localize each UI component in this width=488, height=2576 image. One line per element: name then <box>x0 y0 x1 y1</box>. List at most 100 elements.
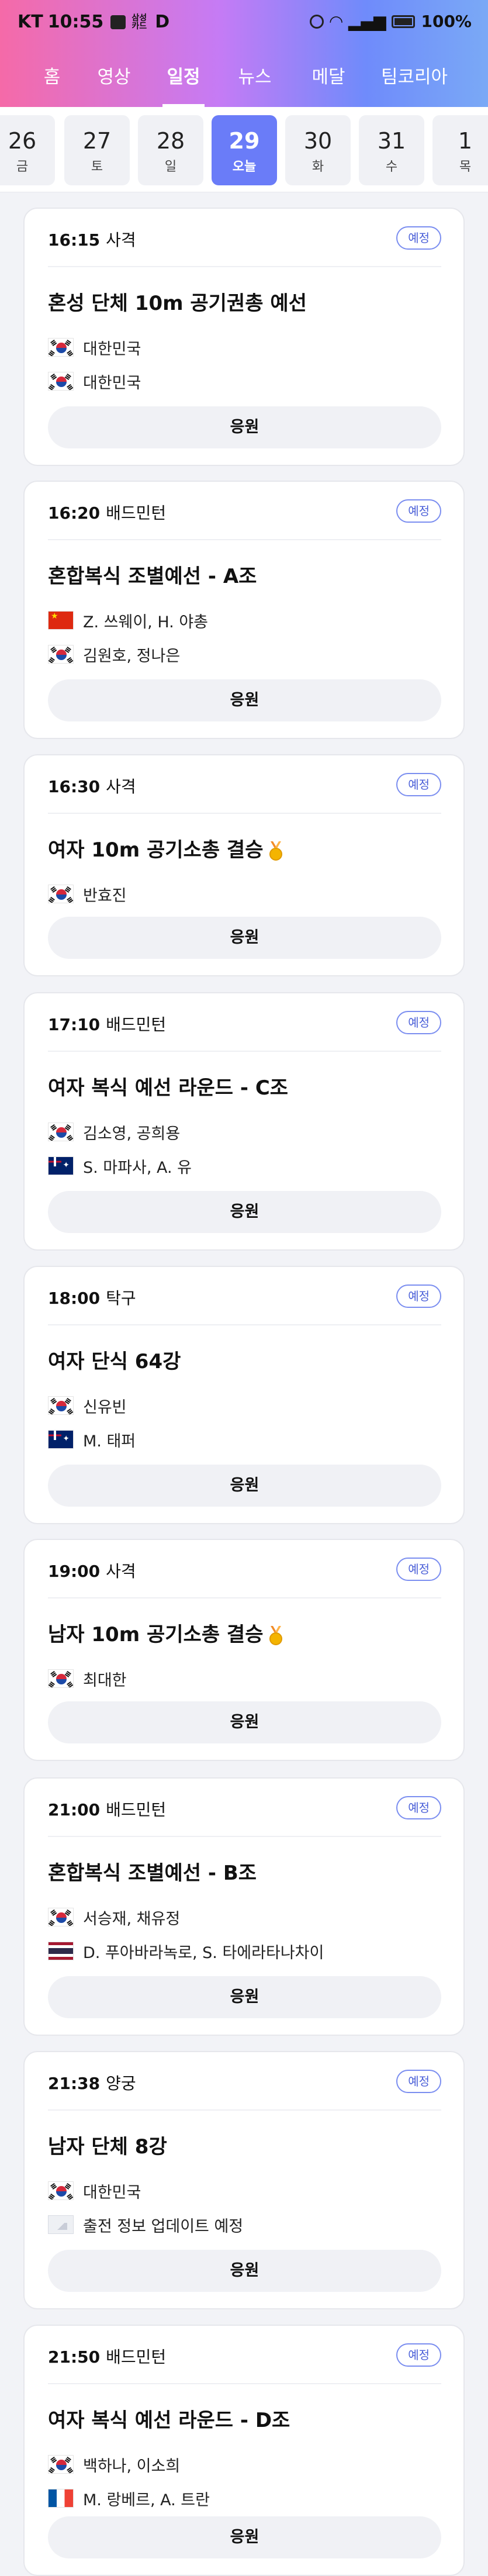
date-item[interactable]: 27 토 <box>64 115 130 185</box>
date-number: 27 <box>82 128 112 154</box>
event-card[interactable]: 21:00 배드민턴 예정 혼합복식 조별예선 - B조 서승재, 채유정 D. 푸아바라… <box>23 1777 465 2036</box>
status-badge: 예정 <box>396 1796 441 1819</box>
event-card[interactable]: 16:20배드민턴 예정혼합복식 조별예선 - A조 Z. 쓰웨이, H. 야총김원… <box>23 481 465 739</box>
event-card[interactable]: 18:00 탁구 예정여자 단식 64강신유빈 M. 태퍼응원 <box>23 1266 465 1524</box>
event-title-text: 여자 단식 64강 <box>48 1350 181 1373</box>
cheer-button[interactable]: 응원 <box>48 2516 441 2558</box>
gallery-icon <box>110 15 126 29</box>
date-item[interactable]: 28 일 <box>138 115 203 185</box>
participant-list: 대한민국출전 정보 업데이트 예정 <box>48 2174 243 2242</box>
divider <box>48 1836 441 1837</box>
participant-name: Z. 쓰웨이, H. 야총 <box>83 613 209 631</box>
event-title: 여자 단식 64강 <box>48 1345 181 1374</box>
event-title-text: 혼합복식 조별예선 - B조 <box>48 1862 257 1885</box>
date-number: 1 <box>458 128 473 154</box>
participant-name: S. 마파사, A. 유 <box>83 1158 192 1177</box>
tab-medals[interactable]: 메달 <box>307 48 349 107</box>
status-badge: 예정 <box>396 499 441 523</box>
flag-kr-icon <box>48 372 74 391</box>
event-card[interactable]: 19:00 사격 예정 남자 10m 공기소총 결승 최대한 응원 <box>23 1539 465 1761</box>
event-card[interactable]: 21:38 양궁 예정 남자 단체 8강 대한민국 출전 정보 업데이트 예정 응원 <box>23 2051 465 2309</box>
event-title: 남자 단체 8강 <box>48 2130 167 2159</box>
participant-name: 반효진 <box>83 886 127 905</box>
flag-kr-icon <box>48 1123 74 1141</box>
battery-percent: 100% <box>421 12 472 31</box>
participant-row: 대한민국 <box>48 2174 243 2208</box>
participant-list: 대한민국 대한민국 <box>48 330 141 398</box>
event-card[interactable]: 16:15 사격 예정혼성 단체 10m 공기권총 예선대한민국 대한민국응원 <box>23 208 465 466</box>
event-title-text: 남자 단체 8강 <box>48 2135 167 2159</box>
cheer-button[interactable]: 응원 <box>48 1701 441 1743</box>
tab-schedule[interactable]: 일정 <box>162 48 205 107</box>
cheer-button[interactable]: 응원 <box>48 917 441 959</box>
participant-row: S. 마파사, A. 유 <box>48 1149 192 1183</box>
event-card[interactable]: 17:10 배드민턴 예정여자 복식 예선 라운드 - C조김소영, 공희용 S. 마… <box>23 992 465 1251</box>
event-title: 혼합복식 조별예선 - B조 <box>48 1857 257 1886</box>
participant-name: 김원호, 정나은 <box>83 647 181 665</box>
tab-news[interactable]: 뉴스 <box>234 48 276 107</box>
event-header: 18:00 탁구 <box>48 1286 136 1309</box>
flag-kr-icon <box>48 2455 74 2474</box>
date-number: 26 <box>8 128 37 154</box>
tab-home[interactable]: 홈 <box>37 48 67 107</box>
date-weekday: 화 <box>312 160 324 174</box>
event-title: 여자 복식 예선 라운드 - D조 <box>48 2404 290 2433</box>
flag-none-icon <box>48 2215 74 2234</box>
participant-row: 출전 정보 업데이트 예정 <box>48 2208 243 2242</box>
flag-kr-icon <box>48 645 74 664</box>
event-header: 19:00 사격 <box>48 1559 136 1582</box>
cheer-button[interactable]: 응원 <box>48 1976 441 2018</box>
participant-list: 반효진 <box>48 877 127 911</box>
cheer-button[interactable]: 응원 <box>48 1465 441 1507</box>
flag-kr-icon <box>48 1908 74 1926</box>
event-time: 16:15 <box>48 230 101 250</box>
status-bar: KT 10:55 삼성 카드 D ◠ ▂▄▆ 100% <box>0 0 488 48</box>
participant-name: 서승재, 채유정 <box>83 1909 181 1928</box>
participant-row: M. 태퍼 <box>48 1422 136 1456</box>
cheer-button[interactable]: 응원 <box>48 406 441 448</box>
date-item[interactable]: 26 금 <box>0 115 55 185</box>
date-item[interactable]: 30 화 <box>285 115 351 185</box>
cheer-button[interactable]: 응원 <box>48 1191 441 1233</box>
participant-name: 대한민국 <box>83 2183 141 2202</box>
event-title-text: 혼성 단체 10m 공기권총 예선 <box>48 292 307 315</box>
date-weekday: 토 <box>91 160 103 174</box>
date-weekday: 목 <box>459 160 472 174</box>
date-item-today[interactable]: 29 오늘 <box>212 115 277 185</box>
event-sport: 사격 <box>106 230 136 250</box>
date-weekday: 오늘 <box>232 160 257 174</box>
event-time: 16:30 <box>48 777 101 796</box>
date-item[interactable]: 31 수 <box>359 115 424 185</box>
date-number: 29 <box>229 128 260 154</box>
participant-row: 김소영, 공희용 <box>48 1115 192 1149</box>
flag-fr-icon <box>48 2489 74 2508</box>
participant-row: Z. 쓰웨이, H. 야총 <box>48 603 208 637</box>
event-card[interactable]: 16:30 사격 예정 여자 10m 공기소총 결승 반효진 응원 <box>23 754 465 976</box>
battery-icon <box>392 15 416 28</box>
event-title-text: 여자 10m 공기소총 결승 <box>48 838 264 862</box>
event-sport: 배드민턴 <box>106 503 167 523</box>
date-item[interactable]: 1 목 <box>432 115 488 185</box>
cheer-button[interactable]: 응원 <box>48 679 441 721</box>
event-time: 16:20 <box>48 503 101 523</box>
cheer-button[interactable]: 응원 <box>48 2250 441 2292</box>
event-card[interactable]: 21:50 배드민턴 예정 여자 복식 예선 라운드 - D조 백하나, 이소희 M. 랑… <box>23 2325 465 2576</box>
signal-icon: ▂▄▆ <box>348 12 386 31</box>
medal-icon <box>267 841 285 861</box>
date-number: 30 <box>303 128 333 154</box>
participant-name: M. 랑베르, A. 트란 <box>83 2491 210 2509</box>
divider <box>48 2383 441 2384</box>
event-title-text: 남자 10m 공기소총 결승 <box>48 1623 264 1646</box>
event-sport: 배드민턴 <box>106 2347 167 2367</box>
flag-cn-icon <box>48 611 74 630</box>
tab-team-korea[interactable]: 팀코리아 <box>378 48 451 107</box>
event-sport: 배드민턴 <box>106 1015 167 1034</box>
divider <box>48 539 441 540</box>
status-badge: 예정 <box>396 2343 441 2367</box>
tab-video[interactable]: 영상 <box>94 48 134 107</box>
alarm-icon <box>310 14 324 29</box>
event-time: 17:10 <box>48 1015 101 1034</box>
date-weekday: 수 <box>385 160 398 174</box>
status-badge: 예정 <box>396 226 441 250</box>
event-sport: 양궁 <box>106 2074 136 2093</box>
